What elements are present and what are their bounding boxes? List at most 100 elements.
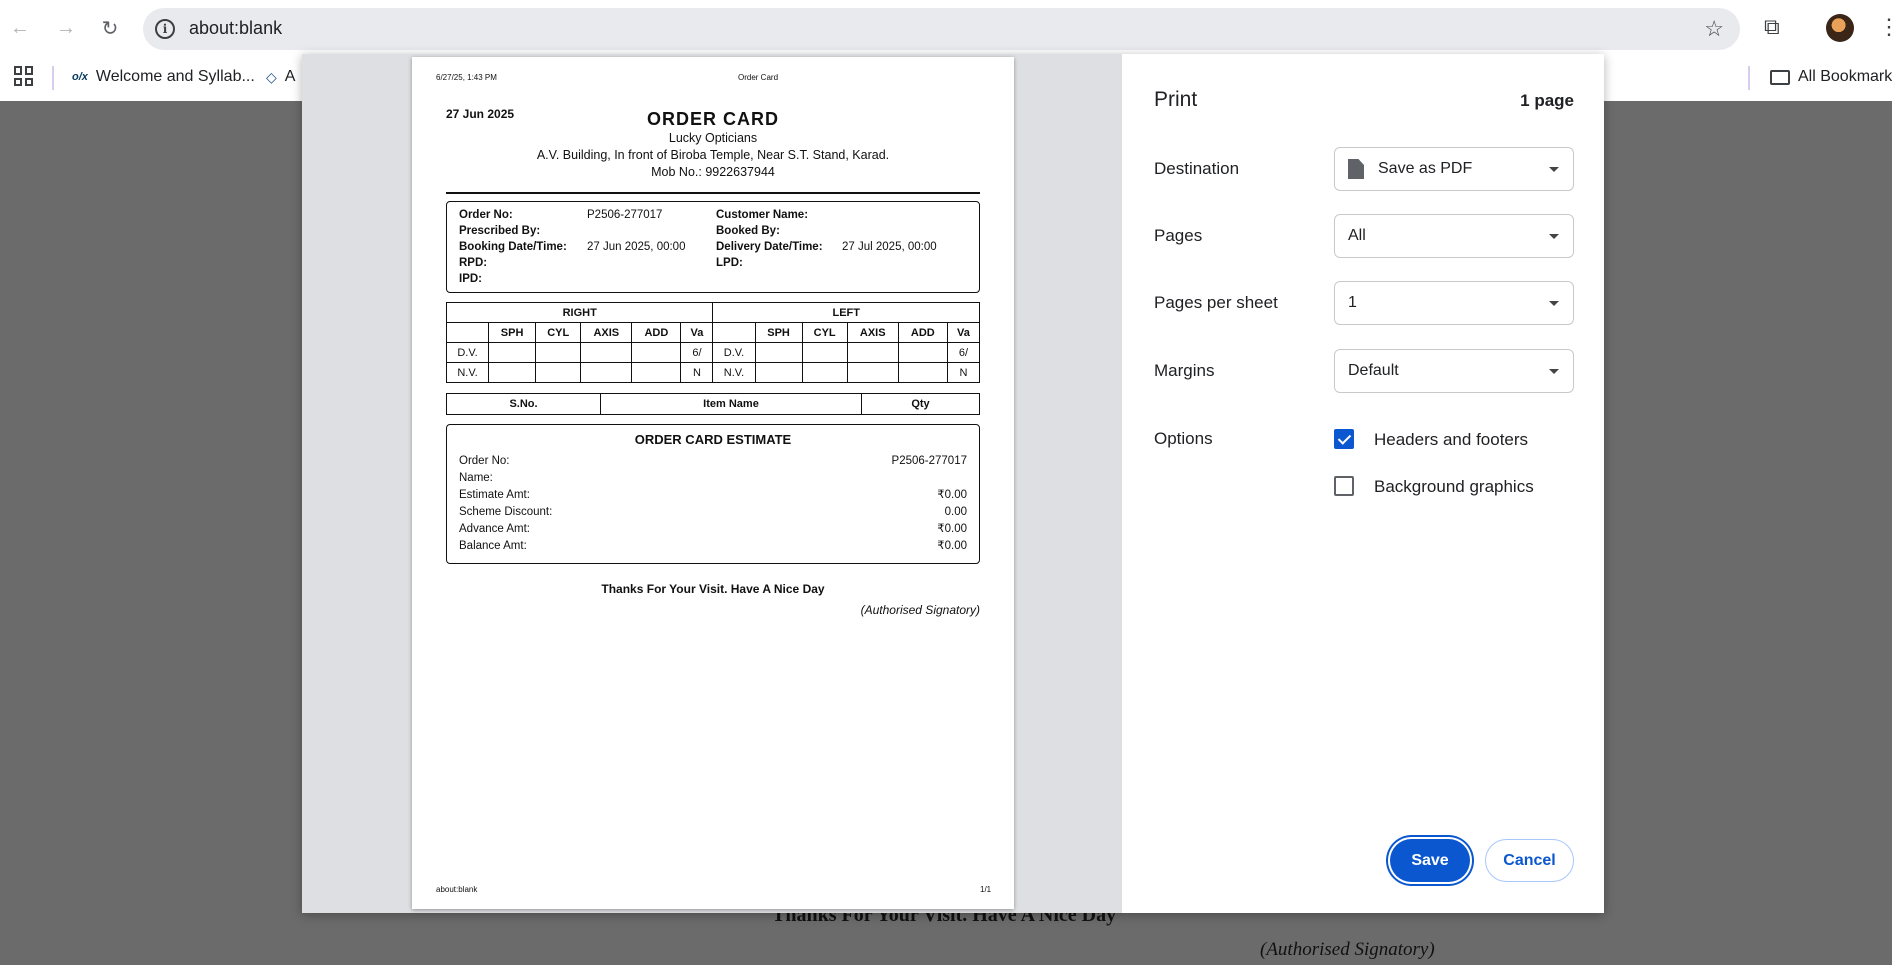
pages-per-sheet-value: 1 <box>1348 294 1357 311</box>
preview-page: 6/27/25, 1:43 PM Order Card 27 Jun 2025 … <box>412 57 1014 909</box>
estimate-row: Estimate Amt: ₹0.00 <box>459 487 967 504</box>
bookmark-diamond-icon: ◇ <box>266 68 277 85</box>
margins-value: Default <box>1348 362 1399 379</box>
browser-menu-icon[interactable]: ⋮ <box>1878 14 1892 40</box>
bookmark-label: Welcome and Syllab... <box>95 68 255 85</box>
rx-row-label: N.V. <box>445 362 490 383</box>
margins-select[interactable]: Default <box>1334 349 1574 393</box>
back-arrow-icon[interactable]: ← <box>6 14 34 42</box>
folder-icon <box>1770 69 1790 85</box>
headers-footers-label: Headers and footers <box>1374 430 1529 449</box>
pages-per-sheet-select[interactable]: 1 <box>1334 281 1574 325</box>
bookmark-item-welcome[interactable]: o/x Welcome and Syllab... <box>72 68 255 86</box>
booking-datetime-label: Booking Date/Time: <box>459 241 567 253</box>
rx-col-header: ADD <box>631 322 682 343</box>
extensions-puzzle-icon[interactable]: ⧉ <box>1764 14 1780 40</box>
order-card-title: ORDER CARD <box>646 109 779 129</box>
bookmark-star-icon[interactable]: ☆ <box>1704 16 1724 42</box>
pages-per-sheet-label: Pages per sheet <box>1154 293 1278 312</box>
estimate-row: Scheme Discount: 0.00 <box>459 504 967 521</box>
prescription-table: RIGHT LEFT SPH CYL AXIS ADD Va SPH CYL A… <box>445 302 981 383</box>
rx-va-cell: N <box>946 362 981 383</box>
address-bar[interactable]: i about:blank ☆ <box>143 8 1740 50</box>
items-table: S.No. Item Name Qty <box>446 393 980 415</box>
rx-eye-header-row: RIGHT LEFT <box>445 302 980 323</box>
rx-va-cell: 6/ <box>946 342 981 363</box>
estimate-value: P2506-277017 <box>891 455 967 467</box>
shop-address: A.V. Building, In front of Biroba Temple… <box>536 148 890 162</box>
rpd-label: RPD: <box>459 257 488 269</box>
order-date: 27 Jun 2025 <box>446 107 515 121</box>
pages-select[interactable]: All <box>1334 214 1574 258</box>
estimate-value: ₹0.00 <box>937 540 967 552</box>
estimate-value: 0.00 <box>944 506 967 518</box>
header-divider <box>446 192 980 194</box>
reload-icon[interactable]: ↻ <box>96 14 124 42</box>
ipd-value <box>587 272 716 286</box>
print-dialog: 6/27/25, 1:43 PM Order Card 27 Jun 2025 … <box>302 54 1604 913</box>
prescribed-by-label: Prescribed By: <box>459 225 541 237</box>
rx-va-cell: 6/ <box>680 342 714 363</box>
cancel-button[interactable]: Cancel <box>1485 839 1574 882</box>
items-col-header: S.No. <box>446 393 601 415</box>
rx-blank-header <box>445 322 490 343</box>
bookmark-separator <box>1748 66 1750 90</box>
rx-left-header: LEFT <box>712 302 980 323</box>
rx-row-label: D.V. <box>712 342 756 363</box>
bookmark-separator <box>52 66 54 90</box>
bookmark-label: A <box>284 68 296 85</box>
rx-row-dv: D.V. 6/ D.V. 6/ <box>445 342 981 363</box>
preview-footer-url: about:blank <box>436 885 478 894</box>
profile-avatar[interactable] <box>1826 14 1854 42</box>
booked-by-value <box>842 224 967 238</box>
estimate-label: Order No: <box>459 455 510 467</box>
pages-value: All <box>1348 227 1366 244</box>
rx-col-header: Va <box>680 322 714 343</box>
site-info-icon[interactable]: i <box>155 19 175 39</box>
estimate-label: Balance Amt: <box>459 540 527 552</box>
estimate-title: ORDER CARD ESTIMATE <box>634 432 792 447</box>
delivery-datetime-label: Delivery Date/Time: <box>716 241 823 253</box>
prescribed-by-value <box>587 224 716 238</box>
estimate-value: ₹0.00 <box>937 489 967 501</box>
save-button[interactable]: Save <box>1390 839 1470 882</box>
all-bookmarks-button[interactable]: All Bookmarks <box>1770 68 1892 86</box>
background-graphics-checkbox[interactable] <box>1334 476 1354 496</box>
pages-label: Pages <box>1154 226 1203 245</box>
shop-name: Lucky Opticians <box>668 131 758 145</box>
order-card-document: 27 Jun 2025 ORDER CARD Lucky Opticians A… <box>445 107 981 617</box>
items-col-header: Item Name <box>600 393 862 415</box>
margins-label: Margins <box>1154 361 1215 380</box>
estimate-row: Balance Amt: ₹0.00 <box>459 538 967 555</box>
order-info-box: Order No: P2506-277017 Customer Name: Pr… <box>446 201 980 293</box>
estimate-label: Scheme Discount: <box>459 506 553 518</box>
shop-mobile: Mob No.: 9922637944 <box>651 165 775 179</box>
estimate-row: Order No: P2506-277017 <box>459 453 967 470</box>
customer-name-label: Customer Name: <box>716 209 809 221</box>
rx-va-cell: N <box>680 362 714 383</box>
preview-footer-page: 1/1 <box>980 885 992 894</box>
options-label: Options <box>1154 429 1213 448</box>
bookmark-item-a[interactable]: ◇ A <box>266 68 295 86</box>
rpd-value <box>587 256 716 270</box>
order-card-header: ORDER CARD Lucky Opticians A.V. Building… <box>446 109 980 181</box>
destination-select[interactable]: Save as PDF <box>1334 147 1574 191</box>
chevron-down-icon <box>1549 167 1559 172</box>
preview-header-title: Order Card <box>738 73 779 82</box>
background-graphics-label: Background graphics <box>1374 477 1534 496</box>
background-signatory-text: (Authorised Signatory) <box>1260 939 1435 960</box>
destination-value: Save as PDF <box>1378 160 1473 177</box>
rx-column-header-row: SPH CYL AXIS ADD Va SPH CYL AXIS ADD Va <box>445 322 981 343</box>
headers-footers-checkbox[interactable] <box>1334 429 1354 449</box>
rx-col-header: Va <box>946 322 981 343</box>
apps-grid-icon[interactable] <box>14 66 34 86</box>
order-no-value: P2506-277017 <box>587 209 663 221</box>
estimate-row: Name: <box>459 470 967 487</box>
items-header-row: S.No. Item Name Qty <box>446 393 980 415</box>
estimate-label: Advance Amt: <box>459 523 530 535</box>
forward-arrow-icon[interactable]: → <box>52 14 80 42</box>
estimate-box: ORDER CARD ESTIMATE Order No: P2506-2770… <box>446 424 980 564</box>
ipd-label: IPD: <box>459 273 482 285</box>
rx-col-header: SPH <box>754 322 803 343</box>
rx-col-header: AXIS <box>846 322 899 343</box>
